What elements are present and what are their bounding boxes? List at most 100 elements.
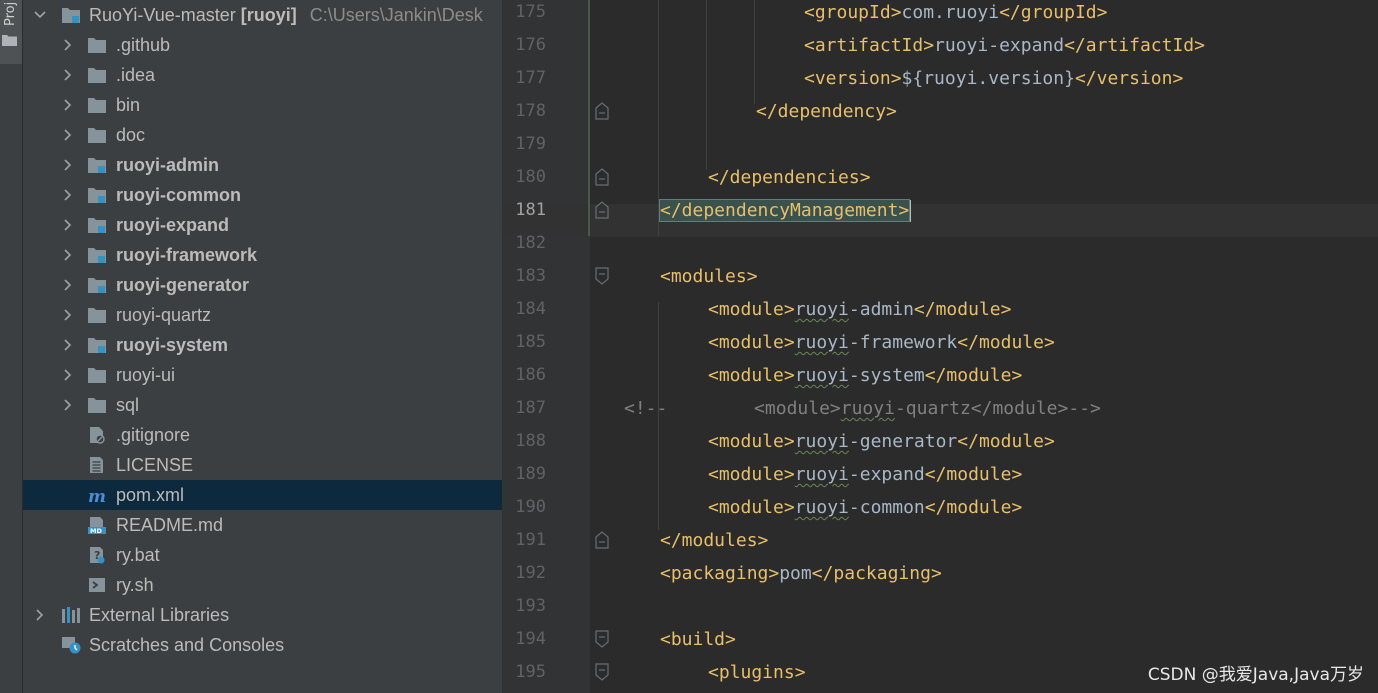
tree-root-row[interactable]: RuoYi-Vue-master [ruoyi] C:\Users\Jankin… — [23, 0, 502, 30]
tree-row-pom-xml[interactable]: m pom.xml — [23, 480, 502, 510]
chevron-right-icon[interactable] — [61, 218, 75, 232]
tree-row-ruoyi-quartz[interactable]: ruoyi-quartz — [23, 300, 502, 330]
code-line[interactable]: <module>ruoyi-system</module> — [708, 359, 1022, 392]
chevron-right-icon[interactable] — [61, 128, 75, 142]
fold-end-icon[interactable] — [595, 168, 609, 186]
code-token: </dependency> — [756, 101, 897, 122]
chevron-right-icon[interactable] — [61, 248, 75, 262]
code-line[interactable]: <!-- <module>ruoyi-quartz</module>--> — [624, 392, 1101, 425]
tree-row-ruoyi-generator[interactable]: ruoyi-generator — [23, 270, 502, 300]
fold-end-icon[interactable] — [595, 531, 609, 549]
tree-item-label: ruoyi-generator — [116, 275, 250, 295]
tree-row-readme-md[interactable]: MD README.md — [23, 510, 502, 540]
root-module: [ruoyi] — [240, 5, 297, 25]
chevron-right-icon[interactable] — [61, 398, 75, 412]
line-number: 195 — [515, 662, 546, 682]
module-folder-icon — [88, 188, 106, 203]
fold-collapse-icon[interactable] — [595, 630, 609, 648]
code-token: <packaging> — [660, 563, 780, 584]
tree-row-ruoyi-system[interactable]: ruoyi-system — [23, 330, 502, 360]
line-number: 191 — [515, 530, 546, 550]
chevron-down-icon[interactable] — [33, 8, 47, 22]
tree-row-dot-github[interactable]: .github — [23, 30, 502, 60]
line-number: 180 — [515, 167, 546, 187]
indent-guide — [658, 0, 659, 236]
project-tool-tab[interactable]: Proj — [0, 0, 22, 64]
code-token: com.ruoyi — [901, 2, 1000, 23]
tool-window-stripe: Proj — [0, 0, 23, 693]
watermark: CSDN @我爱Java,Java万岁 — [1147, 665, 1364, 685]
tree-row-sql[interactable]: sql — [23, 390, 502, 420]
code-token: ${ruoyi.version} — [901, 68, 1075, 89]
code-line[interactable]: <module>ruoyi-expand</module> — [708, 458, 1022, 491]
fold-collapse-icon[interactable] — [595, 267, 609, 285]
bat-file-icon: ? — [90, 547, 105, 564]
root-name: RuoYi-Vue-master — [89, 5, 236, 25]
chevron-right-icon[interactable] — [61, 308, 75, 322]
code-token: <!-- — [624, 398, 668, 419]
chevron-right-icon[interactable] — [61, 158, 75, 172]
tree-row-ry-bat[interactable]: ? ry.bat — [23, 540, 502, 570]
code-token: </module> — [924, 464, 1023, 485]
text-file-icon — [90, 457, 103, 473]
tree-item-label: LICENSE — [116, 455, 194, 475]
tree-row-ruoyi-expand[interactable]: ruoyi-expand — [23, 210, 502, 240]
chevron-right-icon[interactable] — [61, 338, 75, 352]
code-token: ruoyi — [794, 464, 849, 485]
code-line[interactable]: <plugins> — [708, 656, 806, 689]
code-line[interactable]: <artifactId>ruoyi-expand</artifactId> — [804, 29, 1205, 62]
tree-item-label: doc — [116, 125, 146, 145]
code-token: -admin — [848, 299, 914, 320]
code-line[interactable]: </dependency> — [756, 95, 897, 128]
code-line[interactable]: <packaging>pom</packaging> — [660, 557, 942, 590]
project-panel: RuoYi-Vue-master [ruoyi] C:\Users\Jankin… — [23, 0, 502, 693]
code-token: <module> — [708, 365, 795, 386]
tree-row-license[interactable]: LICENSE — [23, 450, 502, 480]
code-token: ruoyi — [794, 299, 849, 320]
tree-row-ruoyi-admin[interactable]: ruoyi-admin — [23, 150, 502, 180]
line-number: 186 — [515, 365, 546, 385]
chevron-right-icon[interactable] — [61, 98, 75, 112]
tree-row-external-libraries[interactable]: External Libraries — [23, 600, 502, 630]
tree-row-dot-idea[interactable]: .idea — [23, 60, 502, 90]
code-token: ruoyi — [794, 431, 849, 452]
fold-end-icon[interactable] — [595, 102, 609, 120]
code-token: <plugins> — [708, 662, 806, 683]
code-line[interactable]: <build> — [660, 623, 736, 656]
tree-row-dot-gitignore[interactable]: .gitignore — [23, 420, 502, 450]
code-line[interactable]: <version>${ruoyi.version}</version> — [804, 62, 1183, 95]
chevron-right-icon[interactable] — [61, 188, 75, 202]
code-token: </modules> — [660, 530, 769, 551]
chevron-right-icon[interactable] — [61, 278, 75, 292]
code-line[interactable]: <module>ruoyi-admin</module> — [708, 293, 1011, 326]
code-line[interactable]: </modules> — [660, 524, 768, 557]
code-token: </module> — [913, 299, 1012, 320]
tree-row-ruoyi-common[interactable]: ruoyi-common — [23, 180, 502, 210]
chevron-right-icon[interactable] — [61, 68, 75, 82]
chevron-right-icon[interactable] — [61, 368, 75, 382]
tree-row-bin[interactable]: bin — [23, 90, 502, 120]
code-line[interactable]: </dependencies> — [708, 161, 871, 194]
code-line[interactable]: </dependencyManagement> — [658, 194, 912, 227]
chevron-right-icon[interactable] — [61, 38, 75, 52]
fold-end-icon[interactable] — [595, 201, 609, 219]
indent-guide — [754, 0, 755, 104]
tree-item-label: .gitignore — [116, 425, 191, 445]
fold-collapse-icon[interactable] — [595, 663, 609, 681]
code-token: </module> — [957, 332, 1055, 353]
chevron-right-icon[interactable] — [33, 608, 47, 622]
tree-row-doc[interactable]: doc — [23, 120, 502, 150]
code-token: </module> — [924, 497, 1023, 518]
tree-row-ry-sh[interactable]: ry.sh — [23, 570, 502, 600]
tree-row-scratches[interactable]: Scratches and Consoles — [23, 630, 502, 660]
root-path: C:\Users\Jankin\Desk — [309, 5, 483, 25]
code-line[interactable]: <groupId>com.ruoyi</groupId> — [804, 0, 1107, 29]
code-editor[interactable]: 175 <groupId>com.ruoyi</groupId> 176 <artif… — [502, 0, 1378, 693]
code-line[interactable]: <module>ruoyi-framework</module> — [708, 326, 1055, 359]
code-line[interactable]: <modules> — [660, 260, 758, 293]
tree-row-ruoyi-framework[interactable]: ruoyi-framework — [23, 240, 502, 270]
code-line[interactable]: <module>ruoyi-common</module> — [708, 491, 1022, 524]
tree-row-ruoyi-ui[interactable]: ruoyi-ui — [23, 360, 502, 390]
code-line[interactable]: <module>ruoyi-generator</module> — [708, 425, 1055, 458]
module-folder-icon — [88, 338, 106, 353]
